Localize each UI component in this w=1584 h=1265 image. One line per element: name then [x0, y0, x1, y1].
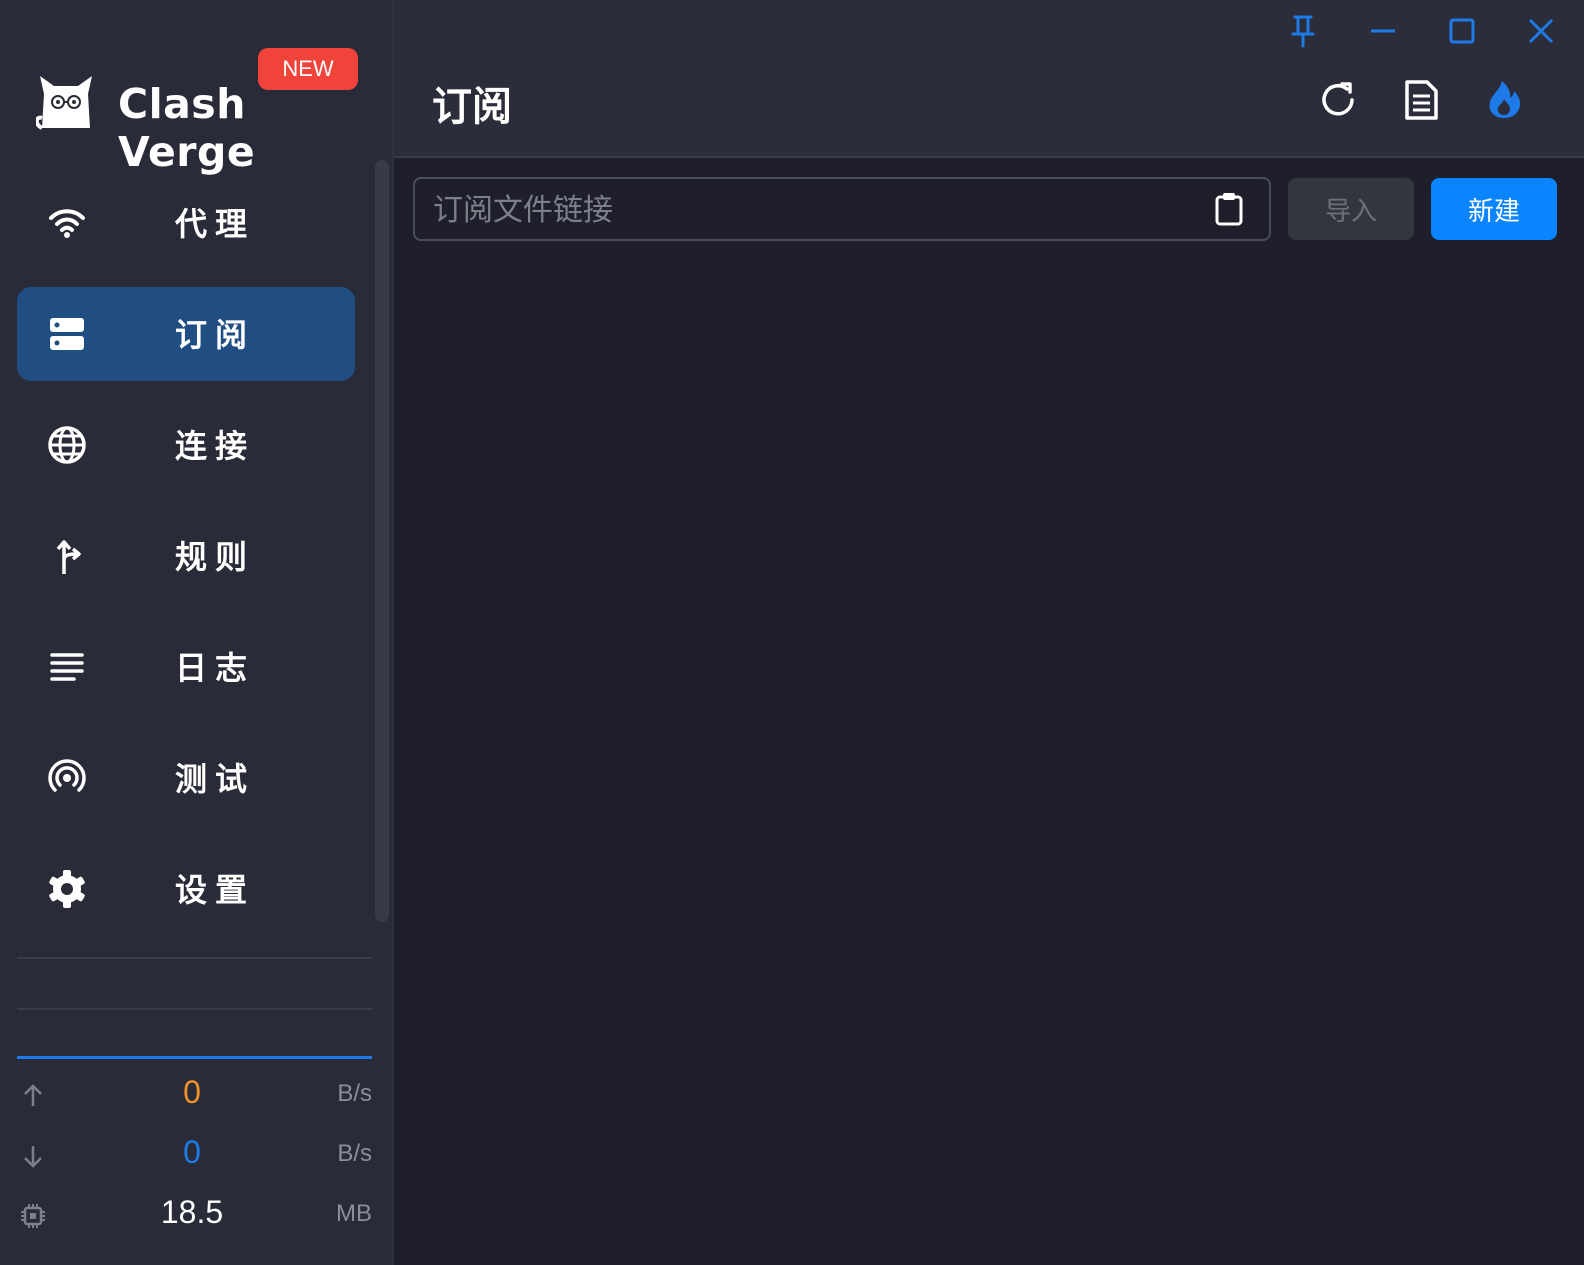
sidebar-item-settings[interactable]: 设置 [17, 842, 355, 936]
divider [17, 1008, 372, 1010]
app-brand: Clash Verge NEW [34, 48, 366, 176]
memory-unit: MB [336, 1200, 372, 1227]
refresh-icon[interactable] [1316, 78, 1360, 122]
pin-icon[interactable] [1284, 12, 1322, 50]
sidebar-scrollbar[interactable] [375, 160, 389, 922]
download-traffic: 0 B/s [17, 1130, 372, 1180]
sidebar: Clash Verge NEW 代理 订阅 连接 规则 日志 测试 设置 0 B… [0, 0, 394, 1265]
document-icon[interactable] [1399, 78, 1443, 122]
app-name: Clash Verge [118, 80, 256, 176]
wifi-icon [47, 203, 87, 243]
sidebar-item-test[interactable]: 测试 [17, 731, 355, 825]
sidebar-item-label: 设置 [175, 871, 256, 909]
close-icon[interactable] [1522, 12, 1560, 50]
new-badge: NEW [258, 48, 358, 90]
arrow-down-icon [19, 1142, 47, 1170]
sidebar-item-label: 日志 [175, 649, 256, 687]
arrow-up-icon [19, 1082, 47, 1110]
sidebar-item-subscription[interactable]: 订阅 [17, 287, 355, 381]
import-button[interactable]: 导入 [1288, 178, 1414, 240]
chip-icon [19, 1202, 47, 1230]
upload-traffic: 0 B/s [17, 1070, 372, 1120]
fork-arrow-icon [47, 536, 87, 576]
sidebar-item-rules[interactable]: 规则 [17, 509, 355, 603]
clipboard-icon[interactable] [1211, 191, 1247, 227]
sidebar-item-label: 代理 [175, 205, 256, 243]
page-title: 订阅 [432, 84, 512, 130]
globe-icon [47, 425, 87, 465]
profiles-content: 导入 新建 [394, 158, 1584, 1265]
gear-icon [47, 869, 87, 909]
download-speed: 0 [183, 1134, 201, 1170]
page-header: 订阅 [394, 0, 1584, 158]
sidebar-item-connections[interactable]: 连接 [17, 398, 355, 492]
sidebar-item-label: 规则 [175, 538, 256, 576]
minimize-icon[interactable] [1364, 12, 1402, 50]
download-unit: B/s [337, 1140, 372, 1167]
maximize-icon[interactable] [1443, 12, 1481, 50]
signal-icon [47, 758, 87, 798]
upload-unit: B/s [337, 1080, 372, 1107]
server-icon [47, 314, 87, 354]
sidebar-item-proxy[interactable]: 代理 [17, 176, 355, 270]
subscription-url-field[interactable] [413, 177, 1271, 241]
divider [17, 957, 372, 959]
new-profile-button[interactable]: 新建 [1431, 178, 1557, 240]
sidebar-item-label: 订阅 [175, 316, 256, 354]
subscription-url-input[interactable] [431, 179, 1195, 241]
memory-value: 18.5 [160, 1194, 224, 1230]
flame-icon[interactable] [1482, 78, 1526, 122]
upload-speed: 0 [183, 1074, 201, 1110]
sidebar-item-logs[interactable]: 日志 [17, 620, 355, 714]
sidebar-item-label: 连接 [175, 427, 256, 465]
sidebar-item-label: 测试 [175, 760, 256, 798]
cat-logo-icon [34, 72, 96, 130]
lines-icon [47, 647, 87, 687]
traffic-graph-line [17, 1056, 372, 1059]
memory-usage: 18.5 MB [17, 1190, 372, 1240]
